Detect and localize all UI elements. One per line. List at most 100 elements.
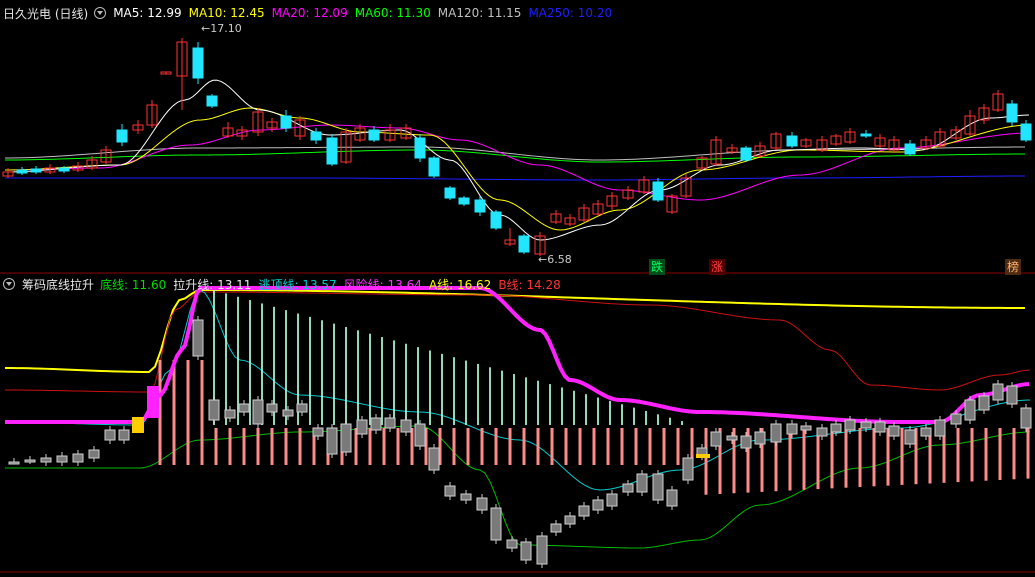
price-candle (116, 129, 128, 143)
indicator-candle (476, 497, 488, 511)
indicator-candle (460, 493, 472, 501)
indicator-candle (636, 473, 648, 493)
high-price-label: ←17.10 (201, 22, 242, 35)
indicator-candle (444, 485, 456, 497)
price-candle (414, 137, 426, 159)
indicator-candle (414, 423, 426, 447)
signal-up-badge[interactable]: 涨 (709, 259, 725, 275)
price-candle (740, 147, 752, 161)
indicator-candle (874, 421, 886, 433)
indicator-candle (400, 419, 412, 433)
price-candle (30, 168, 42, 173)
price-candle (904, 143, 916, 155)
signal-block-yellow (132, 417, 144, 433)
ma20-line (4, 124, 1030, 201)
indicator-candle (682, 457, 694, 481)
indicator-candle (622, 483, 634, 493)
indicator-candle (652, 473, 664, 501)
risk-line-label: 风险线: 13.64 (343, 277, 422, 292)
indicator-candle (520, 541, 532, 561)
indicator-candle (992, 383, 1004, 401)
indicator-candle (606, 493, 618, 507)
indicator-candle (384, 417, 396, 429)
indicator-candle (816, 427, 828, 437)
price-candle (458, 197, 470, 205)
indicator-candle (578, 505, 590, 517)
ma250-line (5, 175, 1026, 181)
indicator-menu-icon[interactable] (94, 7, 107, 19)
indicator-candle (224, 409, 236, 419)
indicator-candle (72, 453, 84, 463)
price-candle (368, 129, 380, 141)
stock-title[interactable]: 日久光电 (日线) (3, 5, 88, 22)
price-candle (518, 235, 530, 253)
main-legend: 日久光电 (日线) MA5: 12.99 MA10: 12.45 MA20: 1… (3, 3, 619, 23)
indicator-candle (490, 507, 502, 541)
indicator-candle (666, 489, 678, 507)
indicator-candle (282, 409, 294, 417)
bottom-line-label: 底线: 11.60 (100, 277, 167, 292)
indicator-candle (296, 403, 308, 413)
indicator-candle (252, 399, 264, 425)
indicator-candle (192, 319, 204, 357)
price-candle (474, 199, 486, 213)
indicator-candle (726, 435, 738, 441)
indicator-candle (428, 447, 440, 471)
chart-window[interactable]: 日久光电 (日线) MA5: 12.99 MA10: 12.45 MA20: 1… (0, 0, 1035, 573)
price-candle (280, 115, 292, 129)
indicator-candle (356, 419, 368, 435)
indicator-candle (312, 427, 324, 437)
indicator-candle (56, 455, 68, 463)
price-candle (206, 95, 218, 107)
ma120-label: MA120: 11.15 (437, 6, 522, 20)
signal-block-magenta (147, 386, 159, 418)
price-candle (786, 135, 798, 147)
indicator-candle (40, 457, 52, 463)
price-candle (490, 211, 502, 229)
indicator-legend: 筹码底线拉升 底线: 11.60 拉升线: 13.11 逃顶线: 13.57 风… (3, 274, 568, 294)
price-candle (444, 187, 456, 199)
indicator-candle (904, 429, 916, 445)
b-line-label: B线: 14.28 (498, 277, 561, 292)
price-candle (860, 133, 872, 137)
ma60-label: MA60: 11.30 (354, 6, 431, 20)
indicator-candle (118, 429, 130, 441)
indicator-candle (740, 435, 752, 449)
indicator-candle (1006, 385, 1018, 405)
indicator-candle (978, 395, 990, 411)
indicator-candle (920, 427, 932, 437)
escape-line-label: 逃顶线: 13.57 (258, 277, 337, 292)
indicator-candle (964, 399, 976, 421)
price-candle (58, 167, 70, 172)
price-candle (326, 137, 338, 165)
price-candle (192, 47, 204, 79)
price-candle (1006, 103, 1018, 123)
price-candle (16, 169, 28, 174)
indicator-candle (8, 461, 20, 465)
signal-down-badge[interactable]: 跌 (649, 259, 665, 275)
indicator-candle (934, 419, 946, 437)
a-line (4, 289, 1026, 373)
indicator-candle (88, 449, 100, 459)
low-price-label: ←6.58 (538, 253, 572, 266)
indicator-candle (564, 515, 576, 525)
indicator2-menu-icon[interactable] (3, 278, 15, 290)
price-candle (310, 131, 322, 141)
price-candle (652, 181, 664, 201)
indicator-candle (104, 429, 116, 441)
indicator-candle (830, 423, 842, 433)
indicator-candle (536, 535, 548, 565)
indicator-candle (1020, 407, 1032, 429)
price-candle (428, 157, 440, 177)
indicator-candle (950, 413, 962, 425)
indicator-candle (844, 419, 856, 431)
price-candle (1020, 123, 1032, 141)
ma5-label: MA5: 12.99 (113, 6, 182, 20)
indicator-title[interactable]: 筹码底线拉升 (22, 276, 94, 293)
indicator-candle (786, 423, 798, 435)
indicator-candle (888, 425, 900, 437)
indicator-candle (770, 423, 782, 443)
signal-rank-badge[interactable]: 榜 (1005, 259, 1021, 275)
indicator-candle (326, 427, 338, 455)
ma10-label: MA10: 12.45 (188, 6, 265, 20)
